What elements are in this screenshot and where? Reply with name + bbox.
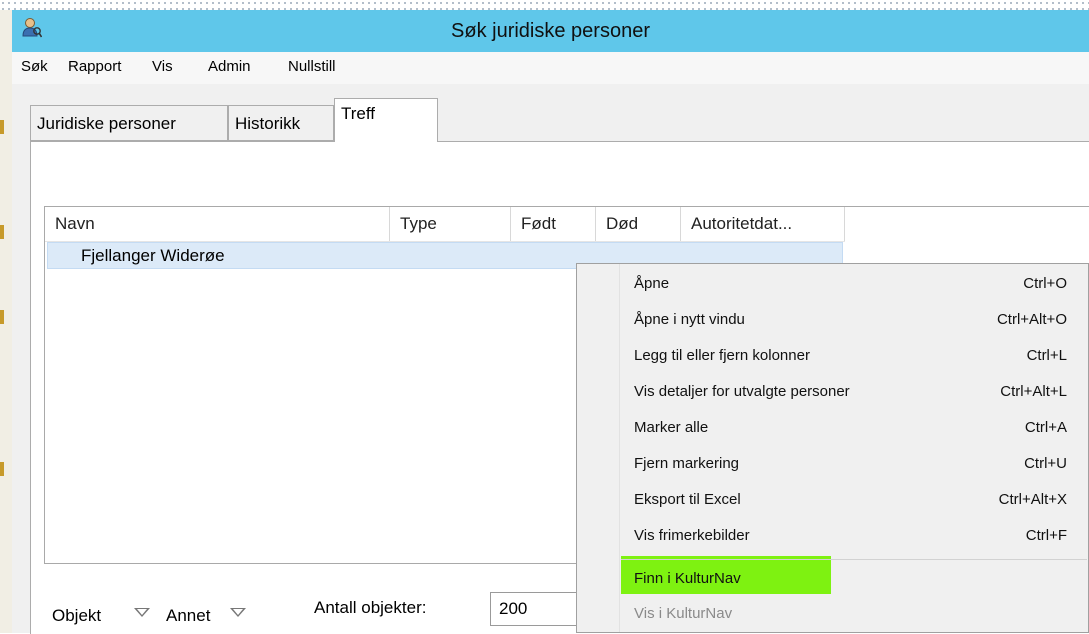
menu-item-label: Eksport til Excel <box>634 491 741 508</box>
menu-item-shortcut: Ctrl+Alt+X <box>998 491 1067 508</box>
menu-bar: Søk Rapport Vis Admin Nullstill <box>12 52 1089 84</box>
annet-dropdown-label[interactable]: Annet <box>166 606 210 626</box>
objekt-dropdown-label[interactable]: Objekt <box>52 606 101 626</box>
column-header-navn[interactable]: Navn <box>45 207 390 241</box>
menu-item-marker-alle[interactable]: Marker alle Ctrl+A <box>577 412 1088 446</box>
row-navn-cell: Fjellanger Widerøe <box>81 246 225 265</box>
count-label: Antall objekter: <box>314 598 427 617</box>
tab-historikk[interactable]: Historikk <box>228 105 334 141</box>
menu-item-label: Finn i KulturNav <box>634 570 741 587</box>
menu-item-label: Fjern markering <box>634 455 740 472</box>
menu-item-shortcut: Ctrl+Alt+O <box>996 311 1067 328</box>
menu-item-shortcut: Ctrl+O <box>1023 275 1067 292</box>
menu-item-eksport-excel[interactable]: Eksport til Excel Ctrl+Alt+X <box>577 484 1088 518</box>
column-header-fodt[interactable]: Født <box>511 207 596 241</box>
context-menu: Åpne Ctrl+O Åpne i nytt vindu Ctrl+Alt+O… <box>576 263 1089 633</box>
user-search-icon[interactable] <box>22 16 42 38</box>
menu-item-vis-detaljer[interactable]: Vis detaljer for utvalgte personer Ctrl+… <box>577 376 1088 410</box>
column-header-dod[interactable]: Død <box>596 207 681 241</box>
menu-item-label: Åpne <box>634 275 670 292</box>
menu-item-kolonner[interactable]: Legg til eller fjern kolonner Ctrl+L <box>577 340 1088 374</box>
column-header-autoritet[interactable]: Autoritetdat... <box>681 207 845 241</box>
title-bar[interactable]: Søk juridiske personer <box>12 10 1089 52</box>
menu-item-label: Marker alle <box>634 419 709 436</box>
menu-item-vis-frimerkebilder[interactable]: Vis frimerkebilder Ctrl+F <box>577 520 1088 554</box>
top-border-strip <box>0 0 1089 10</box>
menu-sok[interactable]: Søk <box>21 58 48 75</box>
menu-item-label: Åpne i nytt vindu <box>634 311 745 328</box>
menu-item-shortcut: Ctrl+A <box>1024 419 1067 436</box>
tab-treff[interactable]: Treff <box>334 98 438 142</box>
menu-item-vis-kulturnav: Vis i KulturNav <box>577 598 1088 632</box>
menu-item-apne[interactable]: Åpne Ctrl+O <box>577 268 1088 302</box>
menu-item-apne-nytt-vindu[interactable]: Åpne i nytt vindu Ctrl+Alt+O <box>577 304 1088 338</box>
menu-nullstill[interactable]: Nullstill <box>288 58 336 75</box>
chevron-down-icon[interactable] <box>230 608 246 617</box>
menu-item-fjern-markering[interactable]: Fjern markering Ctrl+U <box>577 448 1088 482</box>
menu-item-label: Vis frimerkebilder <box>634 527 750 544</box>
menu-item-label: Vis detaljer for utvalgte personer <box>634 383 850 400</box>
menu-rapport[interactable]: Rapport <box>68 58 121 75</box>
menu-item-label: Legg til eller fjern kolonner <box>634 347 810 364</box>
menu-item-shortcut: Ctrl+L <box>1026 347 1067 364</box>
menu-item-finn-kulturnav[interactable]: Finn i KulturNav <box>577 563 1088 597</box>
menu-item-shortcut: Ctrl+U <box>1024 455 1067 472</box>
menu-item-shortcut: Ctrl+Alt+L <box>1000 383 1067 400</box>
bottom-toolbar: Objekt Annet Antall objekter: <box>44 592 630 628</box>
menu-separator <box>621 559 1087 560</box>
menu-vis[interactable]: Vis <box>152 58 173 75</box>
menu-item-label: Vis i KulturNav <box>634 605 733 622</box>
window-title: Søk juridiske personer <box>451 20 650 42</box>
menu-admin[interactable]: Admin <box>208 58 251 75</box>
chevron-down-icon[interactable] <box>134 608 150 617</box>
column-header-type[interactable]: Type <box>390 207 511 241</box>
tab-juridiske-personer[interactable]: Juridiske personer <box>30 105 228 141</box>
menu-item-shortcut: Ctrl+F <box>1025 527 1067 544</box>
